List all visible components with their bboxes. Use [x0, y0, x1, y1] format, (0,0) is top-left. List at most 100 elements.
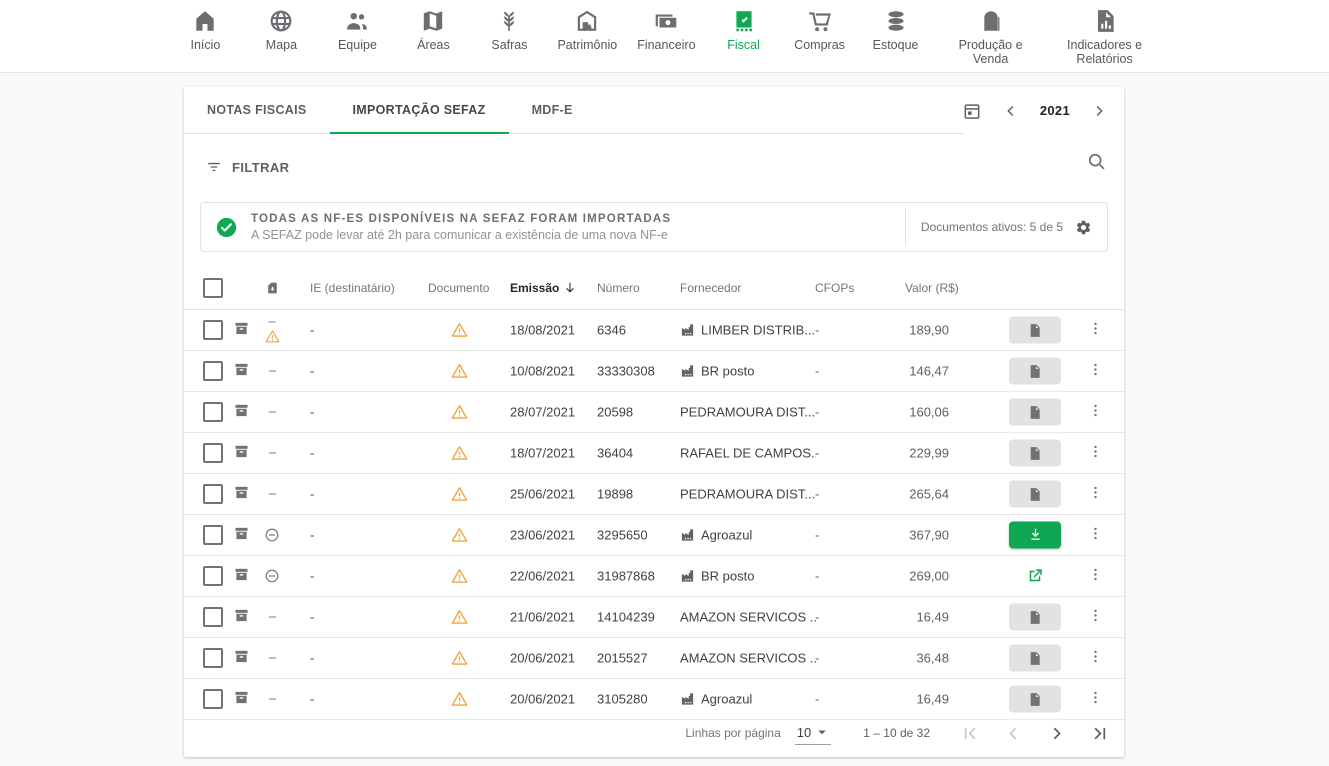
nav-item-estoque[interactable]: Estoque — [868, 8, 924, 52]
row-menu-button[interactable] — [1087, 443, 1104, 463]
archive-icon[interactable] — [233, 361, 250, 378]
row-menu-button[interactable] — [1087, 320, 1104, 340]
nav-item-financeiro[interactable]: Financeiro — [637, 8, 695, 52]
document-file-button[interactable] — [1009, 440, 1061, 467]
table-row: -10/08/202133330308BR posto-146,47 — [184, 351, 1124, 392]
document-file-button[interactable] — [1009, 604, 1061, 631]
row-checkbox[interactable] — [203, 648, 223, 668]
kebab-icon — [1087, 484, 1104, 501]
row-checkbox[interactable] — [203, 484, 223, 504]
next-page-button[interactable] — [1046, 723, 1067, 744]
calendar-icon[interactable] — [962, 101, 982, 121]
row-checkbox[interactable] — [203, 607, 223, 627]
tab-label: IMPORTAÇÃO SEFAZ — [353, 103, 486, 117]
row-menu-button[interactable] — [1087, 484, 1104, 504]
factory-icon — [680, 569, 695, 584]
header-emissao[interactable]: Emissão — [510, 281, 577, 295]
rows-per-page-select[interactable]: 10 — [795, 721, 831, 745]
first-page-button[interactable] — [960, 723, 981, 744]
cell-valor: 146,47 — [824, 364, 949, 379]
cell-numero: 14104239 — [597, 610, 655, 625]
cell-numero: 31987868 — [597, 569, 655, 584]
fornecedor-name: PEDRAMOURA DIST... — [680, 487, 815, 502]
last-page-button[interactable] — [1089, 723, 1110, 744]
nav-item-indicadores[interactable]: Indicadores e Relatórios — [1058, 8, 1152, 67]
silo-icon — [978, 8, 1004, 34]
row-menu-button[interactable] — [1087, 648, 1104, 668]
row-checkbox[interactable] — [203, 566, 223, 586]
select-all-checkbox[interactable] — [203, 278, 223, 298]
rows-per-page-value: 10 — [797, 725, 811, 740]
pagination-range: 1 – 10 de 32 — [863, 726, 930, 740]
archive-icon[interactable] — [233, 607, 250, 624]
download-xml-button[interactable] — [1009, 522, 1061, 549]
nav-item-equipe[interactable]: Equipe — [329, 8, 385, 52]
row-checkbox[interactable] — [203, 689, 223, 709]
nav-item-fiscal[interactable]: Fiscal — [716, 8, 772, 52]
archive-icon[interactable] — [233, 689, 250, 706]
cell-action — [1007, 317, 1063, 344]
header-documento: Documento — [428, 281, 489, 295]
cell-numero: 2015527 — [597, 651, 648, 666]
fornecedor-name: Agroazul — [701, 528, 752, 543]
row-menu-button[interactable] — [1087, 689, 1104, 709]
cell-ie: - — [310, 323, 314, 338]
nav-item-label: Início — [190, 38, 220, 52]
search-icon[interactable] — [1086, 151, 1107, 172]
row-checkbox[interactable] — [203, 320, 223, 340]
nav-item-producao-venda[interactable]: Produção e Venda — [944, 8, 1038, 67]
row-checkbox[interactable] — [203, 361, 223, 381]
cell-emissao: 22/06/2021 — [510, 569, 575, 584]
nav-item-patrimonio[interactable]: Patrimônio — [557, 8, 617, 52]
nav-item-areas[interactable]: Áreas — [405, 8, 461, 52]
row-menu-button[interactable] — [1087, 361, 1104, 381]
next-year-button[interactable] — [1090, 102, 1108, 120]
open-document-link[interactable] — [1026, 567, 1044, 585]
cell-fornecedor: AMAZON SERVICOS ... — [680, 610, 816, 625]
filter-icon — [205, 158, 223, 176]
nav-item-safras[interactable]: Safras — [481, 8, 537, 52]
table-row: -22/06/202131987868BR posto-269,00 — [184, 556, 1124, 597]
archive-icon[interactable] — [233, 648, 250, 665]
row-menu-button[interactable] — [1087, 607, 1104, 627]
gear-icon[interactable] — [1075, 219, 1092, 236]
barn-icon — [574, 8, 600, 34]
row-checkbox[interactable] — [203, 402, 223, 422]
row-checkbox[interactable] — [203, 443, 223, 463]
table-row: -21/06/202114104239AMAZON SERVICOS ...-1… — [184, 597, 1124, 638]
nav-item-label: Áreas — [417, 38, 450, 52]
nav-item-inicio[interactable]: Início — [177, 8, 233, 52]
document-file-button[interactable] — [1009, 645, 1061, 672]
row-menu-button[interactable] — [1087, 566, 1104, 586]
cell-emissao: 21/06/2021 — [510, 610, 575, 625]
document-file-button[interactable] — [1009, 358, 1061, 385]
tab-importacao-sefaz[interactable]: IMPORTAÇÃO SEFAZ — [330, 87, 509, 133]
document-file-button[interactable] — [1009, 399, 1061, 426]
archive-icon[interactable] — [233, 525, 250, 542]
cell-ie: - — [310, 364, 314, 379]
previous-page-button[interactable] — [1003, 723, 1024, 744]
top-navigation: Início Mapa Equipe Áreas Safras Patrimônio Fin… — [0, 0, 1329, 73]
document-file-button[interactable] — [1009, 481, 1061, 508]
filter-button[interactable]: FILTRAR — [205, 158, 289, 176]
kebab-icon — [1087, 566, 1104, 583]
archive-icon[interactable] — [233, 402, 250, 419]
archive-icon[interactable] — [233, 484, 250, 501]
cell-valor: 229,99 — [824, 446, 949, 461]
archive-icon[interactable] — [233, 566, 250, 583]
row-menu-button[interactable] — [1087, 525, 1104, 545]
row-menu-button[interactable] — [1087, 402, 1104, 422]
previous-year-button[interactable] — [1002, 102, 1020, 120]
cell-ie: - — [310, 446, 314, 461]
document-file-button[interactable] — [1009, 317, 1061, 344]
invoices-table: IE (destinatário) Documento Emissão Núme… — [184, 266, 1124, 720]
fornecedor-name: BR posto — [701, 569, 754, 584]
nav-item-mapa[interactable]: Mapa — [253, 8, 309, 52]
tab-notas-fiscais[interactable]: NOTAS FISCAIS — [184, 87, 330, 133]
archive-icon[interactable] — [233, 320, 250, 337]
archive-icon[interactable] — [233, 443, 250, 460]
dash-icon — [266, 316, 278, 328]
tab-mdf-e[interactable]: MDF-E — [509, 87, 596, 133]
nav-item-compras[interactable]: Compras — [792, 8, 848, 52]
row-checkbox[interactable] — [203, 525, 223, 545]
